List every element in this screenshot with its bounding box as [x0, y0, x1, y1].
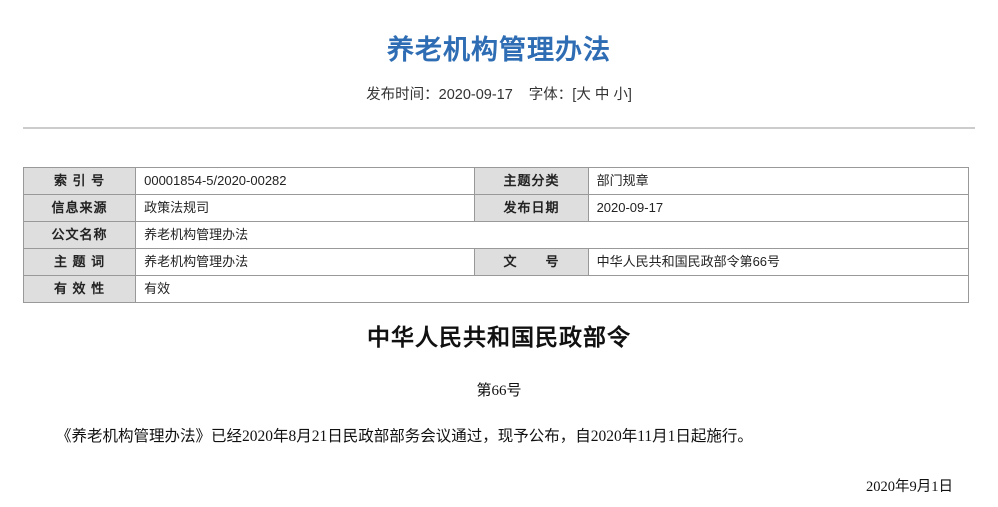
publish-meta-bar: 发布时间：2020-09-17 字体：[大中小]	[0, 68, 998, 105]
body-paragraph: 《养老机构管理办法》已经2020年8月21日民政部部务会议通过，现予公布，自20…	[56, 428, 753, 445]
meta-label-index-number: 索 引 号	[22, 167, 137, 195]
meta-label-validity: 有 效 性	[22, 275, 137, 303]
meta-value-validity: 有效	[135, 275, 969, 303]
publish-time-label: 发布时间：	[366, 87, 439, 103]
metadata-table: 索 引 号 00001854-5/2020-00282 主题分类 部门规章 信息…	[22, 167, 970, 303]
meta-label-document-name: 公文名称	[22, 221, 137, 249]
table-row: 有 效 性 有效	[22, 275, 969, 303]
document-page: 养老机构管理办法 发布时间：2020-09-17 字体：[大中小] 索 引 号 0…	[0, 0, 998, 507]
font-size-small-link[interactable]: 小	[613, 87, 628, 103]
order-heading: 中华人民共和国民政部令	[367, 325, 631, 350]
meta-label-subject-keywords: 主 题 词	[22, 248, 137, 276]
table-row: 主 题 词 养老机构管理办法 文 号 中华人民共和国民政部令第66号	[22, 248, 970, 276]
signature-date: 2020年9月1日	[866, 479, 953, 495]
meta-value-document-number: 中华人民共和国民政部令第66号	[587, 248, 970, 276]
font-size-large-link[interactable]: 大	[576, 87, 591, 103]
table-row: 公文名称 养老机构管理办法	[22, 221, 969, 249]
page-title: 养老机构管理办法	[387, 35, 611, 65]
meta-label-publish-date: 发布日期	[474, 194, 589, 222]
meta-value-subject-keywords: 养老机构管理办法	[135, 248, 476, 276]
meta-value-document-name: 养老机构管理办法	[135, 221, 969, 249]
metadata-table-container: 索 引 号 00001854-5/2020-00282 主题分类 部门规章 信息…	[22, 167, 970, 303]
order-number: 第66号	[476, 383, 522, 399]
font-size-switcher: [大中小]	[572, 87, 632, 103]
meta-label-information-source: 信息来源	[22, 194, 137, 222]
font-size-medium-link[interactable]: 中	[595, 87, 610, 103]
publish-time-value: 2020-09-17	[438, 87, 513, 103]
font-size-label: 字体：	[528, 87, 573, 103]
meta-label-document-number: 文 号	[474, 248, 589, 276]
meta-value-information-source: 政策法规司	[135, 194, 476, 222]
bracket-close: ]	[627, 87, 632, 103]
meta-label-subject-category: 主题分类	[474, 167, 589, 195]
meta-value-publish-date: 2020-09-17	[587, 194, 970, 222]
table-row: 索 引 号 00001854-5/2020-00282 主题分类 部门规章	[22, 167, 970, 195]
table-row: 信息来源 政策法规司 发布日期 2020-09-17	[22, 194, 970, 222]
meta-value-index-number: 00001854-5/2020-00282	[135, 167, 476, 195]
header-divider	[23, 127, 975, 129]
meta-value-subject-category: 部门规章	[587, 167, 970, 195]
